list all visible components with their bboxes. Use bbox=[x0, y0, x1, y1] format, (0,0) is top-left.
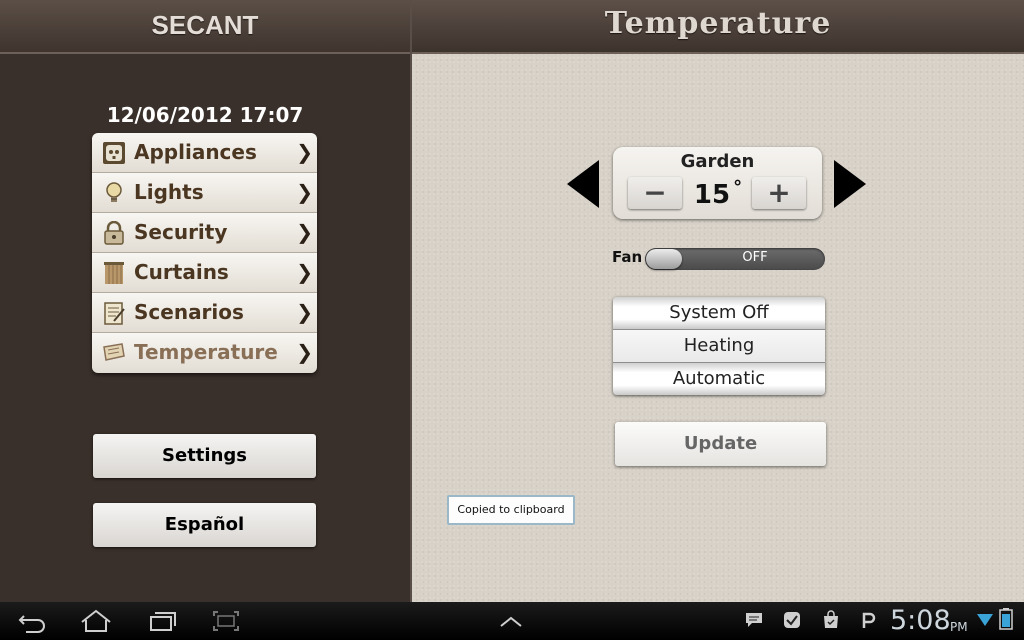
language-button[interactable]: Español bbox=[93, 503, 316, 547]
next-zone-arrow-icon[interactable] bbox=[834, 160, 866, 208]
shopping-bag-icon bbox=[824, 610, 838, 628]
menu-label: Temperature bbox=[134, 340, 278, 364]
scenario-icon bbox=[104, 302, 125, 325]
p-notification-icon bbox=[862, 612, 876, 628]
chevron-right-icon: ❯ bbox=[296, 300, 313, 324]
chevron-right-icon: ❯ bbox=[296, 180, 313, 204]
back-icon[interactable] bbox=[14, 602, 50, 640]
decrease-temperature-button[interactable]: − bbox=[628, 177, 682, 209]
clipboard-toast: Copied to clipboard bbox=[447, 495, 575, 525]
system-navigation-bar: 5:08 PM bbox=[0, 602, 1024, 640]
wifi-icon bbox=[977, 614, 993, 626]
curtains-icon bbox=[104, 262, 124, 284]
chat-icon bbox=[746, 613, 762, 627]
lock-icon bbox=[104, 221, 124, 245]
main-menu: Appliances ❯ Lights ❯ Security ❯ Curtain… bbox=[92, 133, 317, 373]
zone-temperature-control: Garden − 15 ° + bbox=[613, 147, 822, 219]
mode-option-system-off[interactable]: System Off bbox=[613, 297, 825, 330]
chevron-right-icon: ❯ bbox=[296, 220, 313, 244]
mode-option-heating[interactable]: Heating bbox=[613, 330, 825, 363]
socket-icon bbox=[103, 142, 125, 164]
chevron-right-icon: ❯ bbox=[296, 340, 313, 364]
battery-icon bbox=[999, 608, 1013, 630]
navigation-panel: SECANT 12/06/2012 17:07 Appliances ❯ Lig… bbox=[0, 0, 410, 602]
page-title: Temperature bbox=[604, 6, 832, 41]
thermostat-icon bbox=[103, 343, 125, 361]
degree-symbol: ° bbox=[733, 177, 743, 198]
previous-zone-arrow-icon[interactable] bbox=[567, 160, 599, 208]
recent-apps-icon[interactable] bbox=[145, 602, 181, 640]
menu-label: Lights bbox=[134, 180, 204, 204]
lightbulb-icon bbox=[106, 182, 122, 202]
brand-logo: SECANT bbox=[151, 10, 259, 40]
fan-label: Fan bbox=[612, 248, 643, 266]
home-icon[interactable] bbox=[78, 602, 114, 640]
increase-temperature-button[interactable]: + bbox=[752, 177, 806, 209]
brand-header: SECANT bbox=[0, 0, 410, 54]
toggle-knob[interactable] bbox=[646, 249, 682, 269]
temperature-number: 15 bbox=[693, 180, 731, 210]
title-bar: Temperature bbox=[412, 0, 1024, 54]
menu-item-scenarios[interactable]: Scenarios ❯ bbox=[92, 293, 317, 333]
fan-toggle[interactable]: OFF bbox=[645, 248, 825, 270]
update-button[interactable]: Update bbox=[615, 422, 826, 466]
menu-label: Scenarios bbox=[134, 300, 244, 324]
temperature-value: 15 ° bbox=[685, 177, 751, 210]
system-mode-selector: System Off Heating Automatic bbox=[613, 297, 825, 395]
settings-button[interactable]: Settings bbox=[93, 434, 316, 478]
chevron-right-icon: ❯ bbox=[296, 140, 313, 164]
menu-label: Appliances bbox=[134, 140, 257, 164]
mode-option-automatic[interactable]: Automatic bbox=[613, 363, 825, 395]
date-time: 12/06/2012 17:07 bbox=[106, 103, 304, 127]
zone-name: Garden bbox=[680, 151, 755, 172]
menu-item-security[interactable]: Security ❯ bbox=[92, 213, 317, 253]
screenshot-icon[interactable] bbox=[208, 602, 244, 640]
menu-label: Curtains bbox=[134, 260, 229, 284]
menu-item-appliances[interactable]: Appliances ❯ bbox=[92, 133, 317, 173]
fan-state-label: OFF bbox=[742, 250, 768, 265]
check-badge-icon bbox=[784, 612, 800, 628]
status-clock: 5:08 bbox=[890, 605, 951, 636]
menu-item-lights[interactable]: Lights ❯ bbox=[92, 173, 317, 213]
chevron-up-icon[interactable] bbox=[496, 602, 526, 640]
status-clock-ampm: PM bbox=[950, 620, 968, 634]
menu-item-curtains[interactable]: Curtains ❯ bbox=[92, 253, 317, 293]
chevron-right-icon: ❯ bbox=[296, 260, 313, 284]
menu-label: Security bbox=[134, 220, 228, 244]
menu-item-temperature[interactable]: Temperature ❯ bbox=[92, 333, 317, 373]
